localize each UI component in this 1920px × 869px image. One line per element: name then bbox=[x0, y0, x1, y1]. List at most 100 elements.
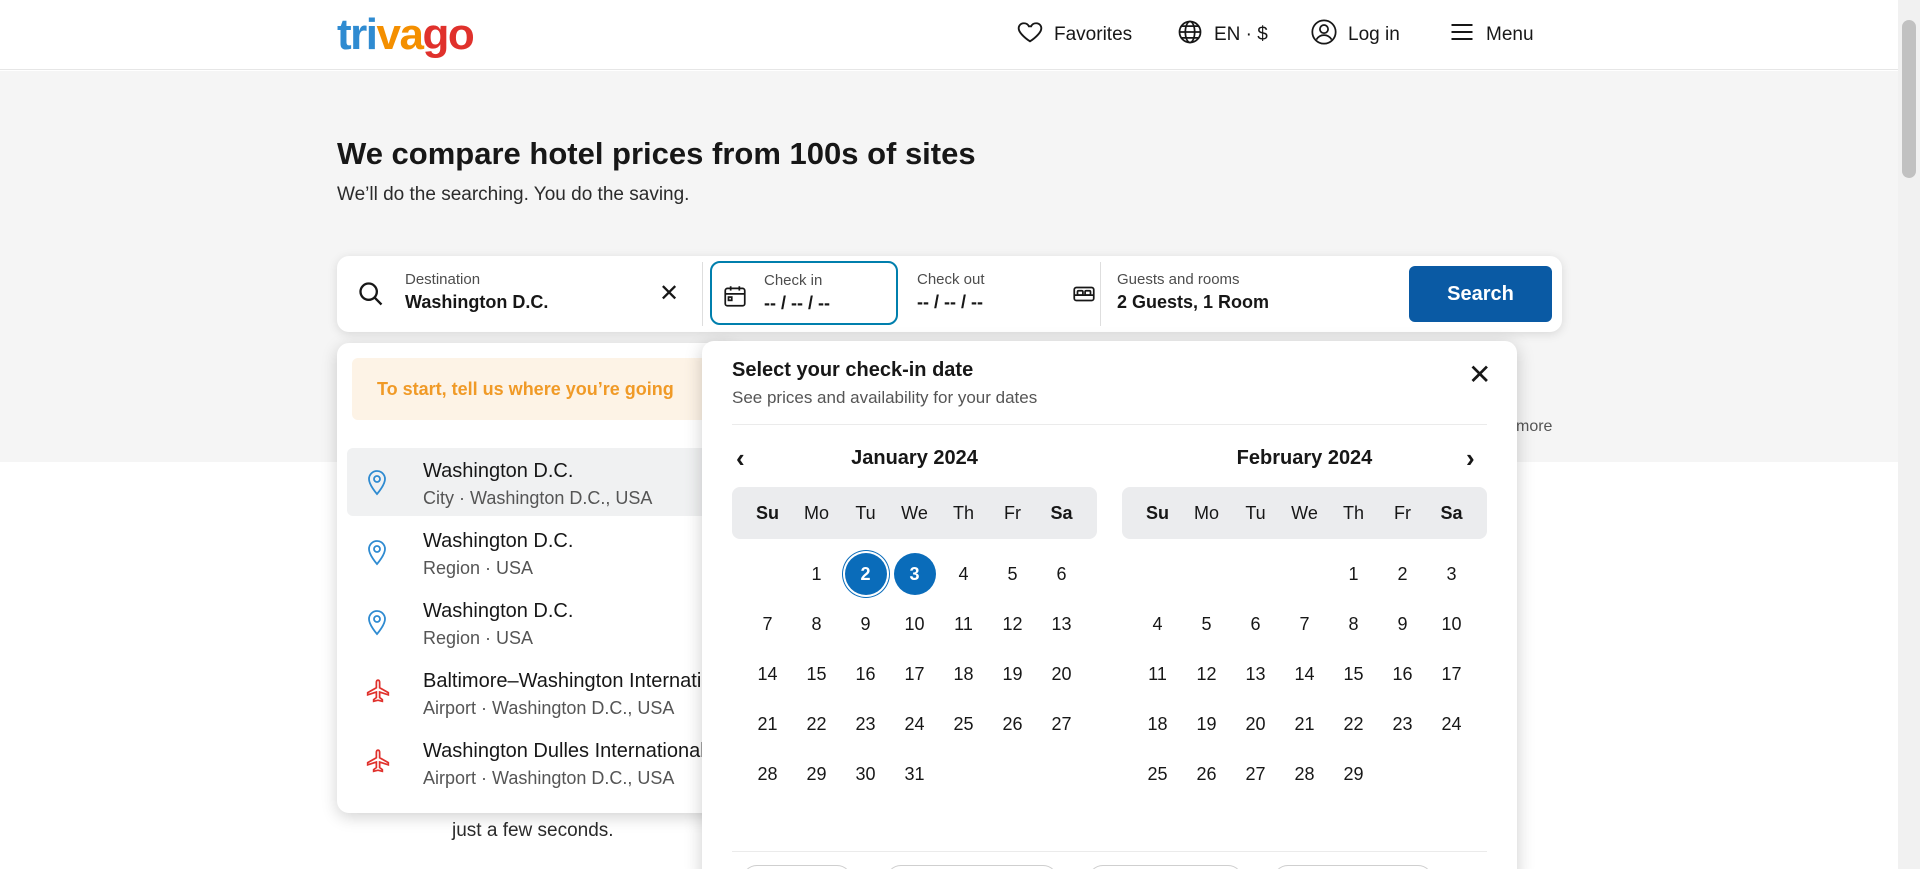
day-cell[interactable]: 5 bbox=[988, 549, 1037, 599]
empty-day-cell bbox=[1133, 549, 1182, 599]
day-number: 29 bbox=[1343, 763, 1364, 784]
day-cell[interactable]: 20 bbox=[1037, 649, 1086, 699]
day-cell[interactable]: 4 bbox=[1133, 599, 1182, 649]
suggestion-name: Washington Dulles International .. bbox=[423, 740, 722, 762]
close-icon[interactable]: ✕ bbox=[1468, 361, 1491, 389]
suggestion-item[interactable]: Washington D.C. Region · USA bbox=[347, 588, 737, 656]
day-cell[interactable]: 21 bbox=[1280, 699, 1329, 749]
day-cell[interactable]: 20 bbox=[1231, 699, 1280, 749]
day-cell[interactable]: 16 bbox=[841, 649, 890, 699]
day-cell[interactable]: 2 bbox=[1378, 549, 1427, 599]
day-cell[interactable]: 18 bbox=[939, 649, 988, 699]
suggestion-meta: Region · USA bbox=[423, 558, 534, 578]
date-flex-option[interactable] bbox=[1088, 865, 1243, 869]
day-cell[interactable]: 4 bbox=[939, 549, 988, 599]
day-cell[interactable]: 27 bbox=[1037, 699, 1086, 749]
day-cell[interactable]: 23 bbox=[1378, 699, 1427, 749]
day-cell[interactable]: 10 bbox=[890, 599, 939, 649]
day-cell[interactable]: 12 bbox=[1182, 649, 1231, 699]
day-cell[interactable]: 26 bbox=[1182, 749, 1231, 799]
day-cell[interactable]: 13 bbox=[1037, 599, 1086, 649]
day-cell[interactable]: 14 bbox=[1280, 649, 1329, 699]
day-cell[interactable]: 29 bbox=[1329, 749, 1378, 799]
day-number: 7 bbox=[762, 613, 773, 634]
day-cell[interactable]: 1 bbox=[792, 549, 841, 599]
day-cell[interactable]: 14 bbox=[743, 649, 792, 699]
checkout-field[interactable]: Check out -- / -- / -- bbox=[917, 271, 985, 313]
day-cell[interactable]: 19 bbox=[1182, 699, 1231, 749]
day-cell[interactable]: 3 bbox=[1427, 549, 1476, 599]
menu-button[interactable]: Menu bbox=[1448, 18, 1534, 52]
suggestion-meta: Airport · Washington D.C., USA bbox=[423, 698, 675, 718]
day-cell[interactable]: 11 bbox=[939, 599, 988, 649]
day-cell[interactable]: 27 bbox=[1231, 749, 1280, 799]
suggestion-item[interactable]: Washington D.C. City · Washington D.C., … bbox=[347, 448, 737, 516]
day-cell[interactable]: 8 bbox=[792, 599, 841, 649]
suggestion-item[interactable]: Washington Dulles International .. Airpo… bbox=[347, 728, 737, 796]
day-cell[interactable]: 9 bbox=[841, 599, 890, 649]
day-cell[interactable]: 11 bbox=[1133, 649, 1182, 699]
day-number: 24 bbox=[1441, 713, 1462, 734]
date-flex-option[interactable] bbox=[886, 865, 1058, 869]
day-cell[interactable]: 23 bbox=[841, 699, 890, 749]
day-cell[interactable]: 1 bbox=[1329, 549, 1378, 599]
date-flex-option[interactable] bbox=[1273, 865, 1433, 869]
day-number: 19 bbox=[1002, 663, 1023, 684]
day-cell[interactable]: 24 bbox=[1427, 699, 1476, 749]
checkin-field[interactable]: Check in -- / -- / -- bbox=[710, 261, 898, 325]
destination-field[interactable]: Destination Washington D.C. ✕ bbox=[337, 256, 702, 332]
day-cell[interactable]: 25 bbox=[1133, 749, 1182, 799]
date-flex-option[interactable] bbox=[742, 865, 852, 869]
background-more-link[interactable]: more bbox=[1516, 418, 1552, 436]
search-button[interactable]: Search bbox=[1409, 266, 1552, 322]
destination-input[interactable]: Washington D.C. bbox=[405, 292, 548, 313]
day-cell[interactable]: 22 bbox=[792, 699, 841, 749]
day-number: 27 bbox=[1051, 713, 1072, 734]
day-cell[interactable]: 3 bbox=[890, 549, 939, 599]
page-scrollbar[interactable] bbox=[1898, 0, 1920, 869]
day-cell[interactable]: 15 bbox=[792, 649, 841, 699]
day-cell[interactable]: 10 bbox=[1427, 599, 1476, 649]
suggestion-item[interactable]: Baltimore–Washington Internatio Airport … bbox=[347, 658, 737, 726]
favorites-button[interactable]: Favorites bbox=[1016, 18, 1132, 52]
day-cell[interactable]: 18 bbox=[1133, 699, 1182, 749]
day-cell[interactable]: 24 bbox=[890, 699, 939, 749]
day-cell[interactable]: 21 bbox=[743, 699, 792, 749]
day-cell[interactable]: 15 bbox=[1329, 649, 1378, 699]
trivago-logo[interactable]: trivago bbox=[337, 10, 475, 60]
day-cell[interactable]: 25 bbox=[939, 699, 988, 749]
scrollbar-thumb[interactable] bbox=[1902, 20, 1916, 178]
day-cell[interactable]: 28 bbox=[743, 749, 792, 799]
day-cell[interactable]: 31 bbox=[890, 749, 939, 799]
day-number: 18 bbox=[953, 663, 974, 684]
day-cell[interactable]: 5 bbox=[1182, 599, 1231, 649]
day-number: 1 bbox=[811, 563, 822, 584]
day-cell[interactable]: 7 bbox=[1280, 599, 1329, 649]
day-cell[interactable]: 30 bbox=[841, 749, 890, 799]
day-number: 27 bbox=[1245, 763, 1266, 784]
day-cell[interactable]: 13 bbox=[1231, 649, 1280, 699]
day-cell[interactable]: 12 bbox=[988, 599, 1037, 649]
day-cell[interactable]: 16 bbox=[1378, 649, 1427, 699]
day-cell[interactable]: 9 bbox=[1378, 599, 1427, 649]
day-number: 6 bbox=[1250, 613, 1261, 634]
day-cell[interactable]: 2 bbox=[841, 549, 890, 599]
day-cell[interactable]: 7 bbox=[743, 599, 792, 649]
day-cell[interactable]: 6 bbox=[1231, 599, 1280, 649]
day-cell[interactable]: 28 bbox=[1280, 749, 1329, 799]
day-cell[interactable]: 8 bbox=[1329, 599, 1378, 649]
day-cell[interactable]: 29 bbox=[792, 749, 841, 799]
day-cell[interactable]: 26 bbox=[988, 699, 1037, 749]
day-cell[interactable]: 22 bbox=[1329, 699, 1378, 749]
day-cell[interactable]: 17 bbox=[890, 649, 939, 699]
day-cell[interactable]: 19 bbox=[988, 649, 1037, 699]
guests-label: Guests and rooms bbox=[1117, 271, 1240, 288]
login-button[interactable]: Log in bbox=[1310, 18, 1400, 52]
suggestion-name: Washington D.C. bbox=[423, 600, 574, 622]
day-cell[interactable]: 6 bbox=[1037, 549, 1086, 599]
suggestion-item[interactable]: Washington D.C. Region · USA bbox=[347, 518, 737, 586]
clear-icon[interactable]: ✕ bbox=[659, 282, 679, 306]
day-cell[interactable]: 17 bbox=[1427, 649, 1476, 699]
locale-button[interactable]: EN · $ bbox=[1176, 18, 1268, 52]
day-number: 16 bbox=[1392, 663, 1413, 684]
